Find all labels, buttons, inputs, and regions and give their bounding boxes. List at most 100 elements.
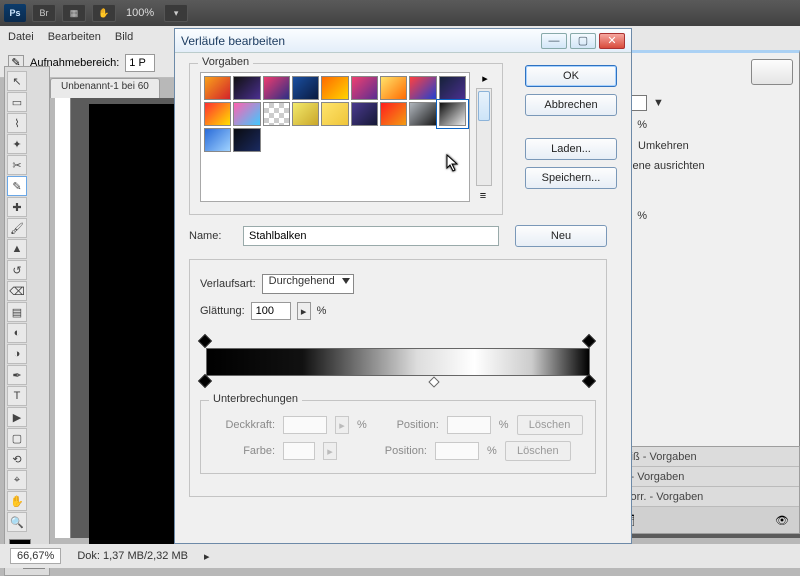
preset-swatch[interactable]	[204, 102, 231, 126]
hand-tool-button[interactable]: ✋	[92, 4, 116, 22]
delete-opacity-stop-button: Löschen	[517, 415, 583, 435]
eyedropper-tool[interactable]: ✎	[7, 176, 27, 196]
opacity-label: Deckkraft:	[211, 419, 275, 431]
preset-panel-row[interactable]: ▸iß - Vorgaben	[611, 447, 799, 467]
gradient-bar[interactable]	[206, 348, 590, 376]
hand-tool[interactable]: ✋	[7, 491, 27, 511]
preset-swatch[interactable]	[439, 76, 466, 100]
preset-swatch[interactable]	[380, 102, 407, 126]
position-label: Position:	[363, 445, 427, 457]
color-well	[283, 442, 315, 460]
app-top-bar: Ps Br ▦ ✋ 100% ▾	[0, 0, 800, 26]
menu-image[interactable]: Bild	[115, 31, 133, 43]
presets-scrollbar[interactable]	[476, 88, 492, 186]
gradient-ramp-editor[interactable]	[200, 336, 596, 388]
gradient-type-label: Verlaufsart:	[200, 278, 256, 290]
stamp-tool[interactable]: ▲	[7, 239, 27, 259]
type-tool[interactable]: T	[7, 386, 27, 406]
gradient-tool[interactable]: ▤	[7, 302, 27, 322]
app-logo: Ps	[4, 4, 26, 22]
bridge-button[interactable]: Br	[32, 4, 56, 22]
smoothness-stepper[interactable]: ▸	[297, 302, 311, 320]
marquee-tool[interactable]: ▭	[7, 92, 27, 112]
preset-swatch[interactable]	[204, 128, 231, 152]
status-flyout-icon[interactable]: ▸	[204, 550, 210, 563]
presets-menu-icon[interactable]: ≡	[476, 190, 490, 202]
smoothness-label: Glättung:	[200, 305, 245, 317]
minimize-button[interactable]: —	[541, 33, 567, 49]
path-select-tool[interactable]: ▶	[7, 407, 27, 427]
maximize-button[interactable]: ▢	[570, 33, 596, 49]
preset-swatch[interactable]	[321, 76, 348, 100]
panel-icon-right[interactable]: 👁	[775, 514, 789, 527]
move-tool[interactable]: ↖	[7, 71, 27, 91]
menu-edit[interactable]: Bearbeiten	[48, 31, 101, 43]
zoom-status[interactable]: 66,67%	[10, 548, 61, 564]
heal-tool[interactable]: ✚	[7, 197, 27, 217]
shape-tool[interactable]: ▢	[7, 428, 27, 448]
save-button[interactable]: Speichern...	[525, 167, 617, 189]
preset-swatch[interactable]	[233, 76, 260, 100]
dialog-titlebar[interactable]: Verläufe bearbeiten — ▢ ✕	[175, 29, 631, 53]
presets-grid[interactable]	[200, 72, 470, 202]
toolbox: ↖ ▭ ⌇ ✦ ✂ ✎ ✚ 🖌 ▲ ↺ ⌫ ▤ ◐ ◑ ✒ T ▶ ▢ ⟲ ⌖ …	[4, 66, 50, 576]
color-stop[interactable]	[582, 374, 596, 388]
smoothness-input[interactable]	[251, 302, 291, 320]
opacity-stop[interactable]	[582, 334, 596, 348]
preset-swatch[interactable]	[292, 102, 319, 126]
3d-camera-tool[interactable]: ⌖	[7, 470, 27, 490]
gradient-type-select[interactable]: Durchgehend	[262, 274, 354, 294]
screen-mode-button[interactable]: ▦	[62, 4, 86, 22]
presets-flyout-icon[interactable]: ▸	[478, 72, 492, 84]
preset-swatch[interactable]	[380, 76, 407, 100]
midpoint-handle[interactable]	[428, 376, 439, 387]
zoom-tool[interactable]: 🔍	[7, 512, 27, 532]
3d-tool[interactable]: ⟲	[7, 449, 27, 469]
ruler-vertical	[55, 98, 71, 538]
doc-info: Dok: 1,37 MB/2,32 MB	[77, 550, 188, 562]
new-gradient-button[interactable]: Neu	[515, 225, 607, 247]
close-button[interactable]: ✕	[599, 33, 625, 49]
preset-swatch[interactable]	[321, 102, 348, 126]
preset-swatch[interactable]	[351, 76, 378, 100]
preset-swatch[interactable]	[263, 76, 290, 100]
preset-swatch[interactable]	[233, 128, 260, 152]
preset-swatch[interactable]	[439, 102, 466, 126]
color-stepper: ▸	[323, 442, 337, 460]
preset-swatch[interactable]	[263, 102, 290, 126]
wand-tool[interactable]: ✦	[7, 134, 27, 154]
preset-swatch[interactable]	[409, 76, 436, 100]
load-button[interactable]: Laden...	[525, 138, 617, 160]
lasso-tool[interactable]: ⌇	[7, 113, 27, 133]
preset-swatch[interactable]	[233, 102, 260, 126]
cancel-button[interactable]: Abbrechen	[525, 94, 617, 116]
preset-swatch[interactable]	[409, 102, 436, 126]
opacity-stop[interactable]	[198, 334, 212, 348]
delete-color-stop-button: Löschen	[505, 441, 571, 461]
dialog-title: Verläufe bearbeiten	[181, 34, 285, 48]
gradient-name-input[interactable]	[243, 226, 499, 246]
dodge-tool[interactable]: ◑	[7, 344, 27, 364]
menu-file[interactable]: Datei	[8, 31, 34, 43]
pen-tool[interactable]: ✒	[7, 365, 27, 385]
bg-dialog-button[interactable]	[751, 59, 793, 85]
preset-panel-row[interactable]: ▸orr. - Vorgaben	[611, 487, 799, 507]
brush-tool[interactable]: 🖌	[7, 218, 27, 238]
color-stop[interactable]	[198, 374, 212, 388]
preset-swatch[interactable]	[204, 76, 231, 100]
ok-button[interactable]: OK	[525, 65, 617, 87]
eraser-tool[interactable]: ⌫	[7, 281, 27, 301]
zoom-drop-button[interactable]: ▾	[164, 4, 188, 22]
history-brush-tool[interactable]: ↺	[7, 260, 27, 280]
crop-tool[interactable]: ✂	[7, 155, 27, 175]
color-position-input	[435, 442, 479, 460]
opacity-stepper: ▸	[335, 416, 349, 434]
preset-swatch[interactable]	[351, 102, 378, 126]
position-label: Position:	[375, 419, 439, 431]
document-tab[interactable]: Unbenannt-1 bei 60	[50, 78, 160, 98]
preset-swatch[interactable]	[292, 76, 319, 100]
preset-panels: ▸iß - Vorgaben ▸- Vorgaben ▸orr. - Vorga…	[610, 446, 800, 534]
blur-tool[interactable]: ◐	[7, 323, 27, 343]
sample-size-input[interactable]	[125, 54, 155, 72]
preset-panel-row[interactable]: ▸- Vorgaben	[611, 467, 799, 487]
